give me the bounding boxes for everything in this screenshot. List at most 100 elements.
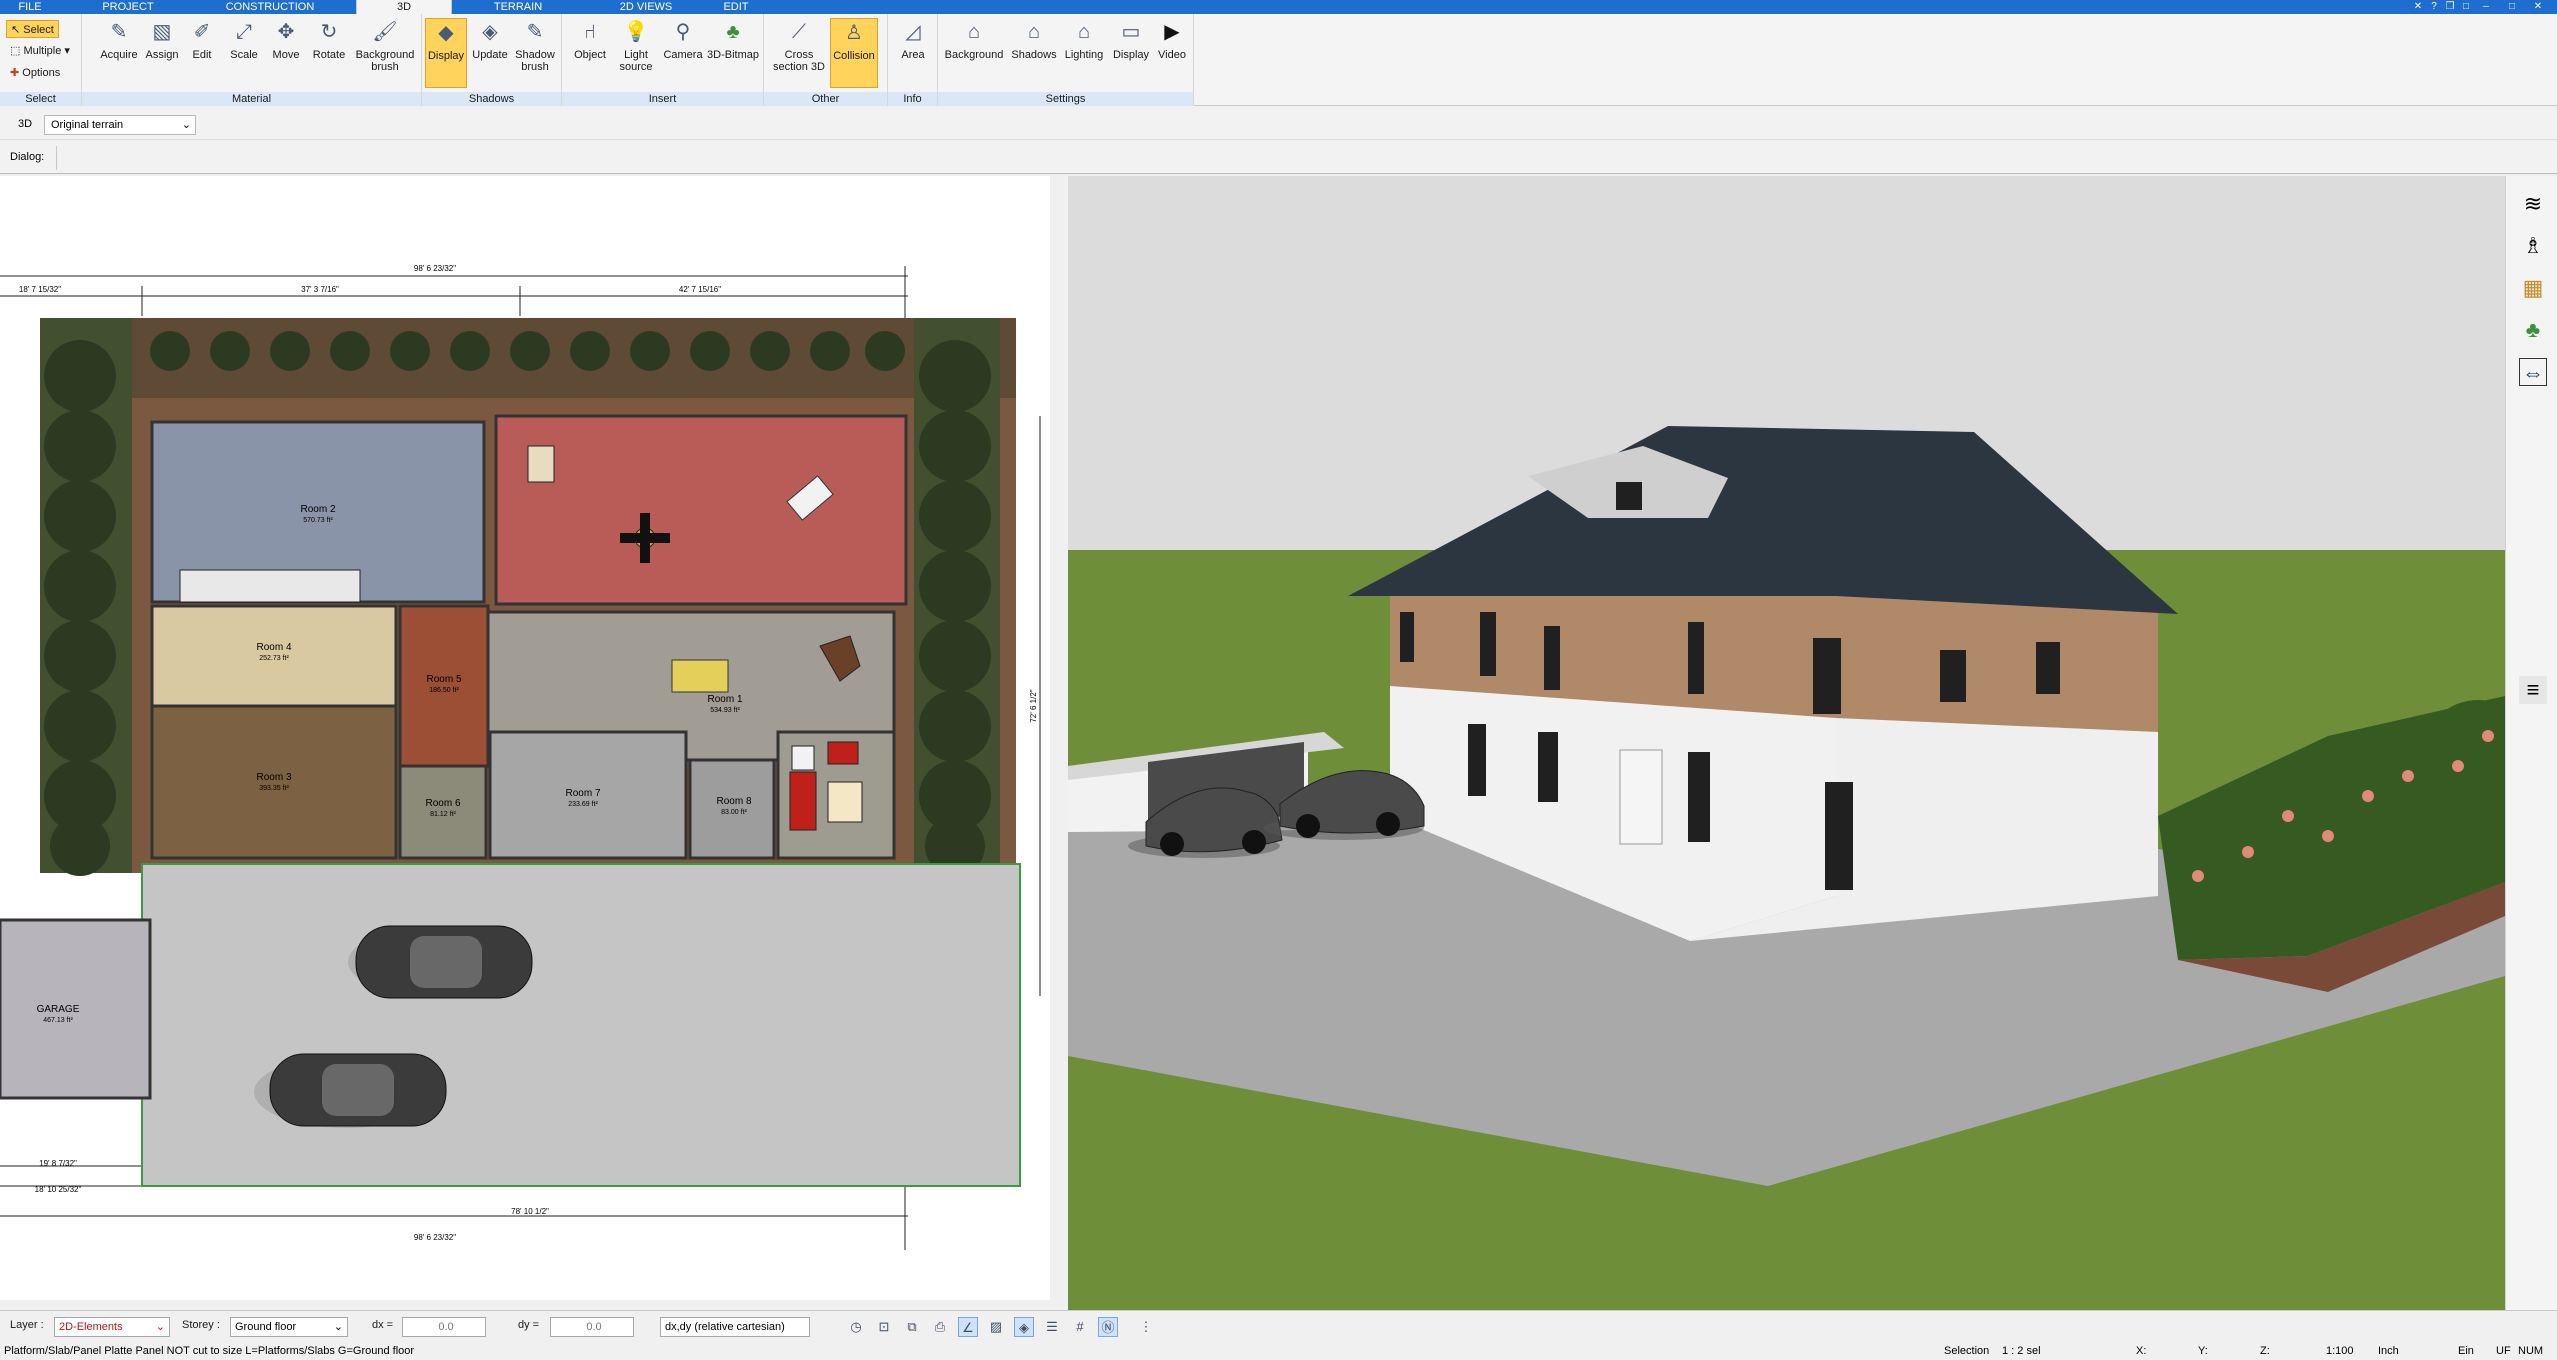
move-button[interactable]: ✥ Move bbox=[264, 18, 308, 88]
coord-mode-select[interactable]: dx,dy (relative cartesian) bbox=[660, 1317, 810, 1337]
3d-scene[interactable] bbox=[1068, 176, 2505, 1310]
snap-icon[interactable]: ⊡ bbox=[874, 1317, 894, 1337]
tree-icon: ♣ bbox=[726, 21, 740, 43]
multiple-button[interactable]: ⬚ Multiple ▾ bbox=[6, 42, 74, 60]
minimize-icon[interactable]: – bbox=[2480, 1, 2492, 13]
floor-plan-view[interactable]: 98' 6 23/32" 37' 3 7/16" 42' 7 15/16" 18… bbox=[0, 176, 1050, 1300]
layers-icon[interactable]: ≋ bbox=[2519, 190, 2547, 218]
num-indicator: NUM bbox=[2518, 1345, 2544, 1357]
right-sidebar: ≋ ♗ ▦ ♣ ⇔ ≡ bbox=[2505, 176, 2557, 1310]
grid-icon[interactable]: # bbox=[1070, 1317, 1090, 1337]
print-icon[interactable]: ⎙ bbox=[930, 1317, 950, 1337]
unit-value: Inch bbox=[2378, 1345, 2399, 1357]
cross-section-3d-button[interactable]: ⟋ Cross section 3D bbox=[768, 18, 830, 88]
clock-icon[interactable]: ◷ bbox=[846, 1317, 866, 1337]
tab-3d[interactable]: 3D bbox=[356, 0, 452, 14]
window-icon[interactable]: □ bbox=[2460, 1, 2472, 13]
lines-icon[interactable]: ☰ bbox=[1042, 1317, 1062, 1337]
shadow-brush-button[interactable]: ✎ Shadow brush bbox=[510, 18, 560, 88]
close-icon[interactable]: ✕ bbox=[2532, 1, 2544, 13]
display-settings-button[interactable]: ▭ Display bbox=[1108, 18, 1154, 88]
plants-icon[interactable]: ♣ bbox=[2519, 316, 2547, 344]
object-button[interactable]: ⑁ Object bbox=[568, 18, 612, 88]
x-label: X: bbox=[2136, 1345, 2147, 1357]
tab-construction[interactable]: CONSTRUCTION bbox=[214, 0, 326, 14]
driveway-paving[interactable] bbox=[141, 863, 1021, 1187]
edit-material-button[interactable]: ✐ Edit bbox=[180, 18, 224, 88]
background-brush-button[interactable]: 🖌 Background brush bbox=[352, 18, 418, 88]
group-label-settings: Settings bbox=[938, 92, 1193, 106]
acquire-button[interactable]: ✎ Acquire bbox=[94, 18, 144, 88]
furniture-catalog-icon[interactable]: ♗ bbox=[2519, 232, 2547, 260]
tab-2d-views[interactable]: 2D VIEWS bbox=[608, 0, 684, 14]
restore-icon[interactable]: ❐ bbox=[2444, 1, 2456, 13]
terrace[interactable] bbox=[494, 414, 908, 606]
background-label: Background bbox=[944, 49, 1004, 61]
terrain-select[interactable]: Original terrain ⌄ bbox=[44, 115, 196, 135]
dim-right-total: 72' 6 1/2" bbox=[1029, 689, 1038, 722]
status-bar: Layer : 2D-Elements ⌄ Storey : Ground flo… bbox=[0, 1310, 2557, 1342]
dy-input[interactable]: 0.0 bbox=[550, 1317, 634, 1337]
coord-mode-value: dx,dy (relative cartesian) bbox=[665, 1321, 785, 1333]
update-shadows-button[interactable]: ◈ Update bbox=[468, 18, 512, 88]
layer-snap-icon[interactable]: ⧉ bbox=[902, 1317, 922, 1337]
person-icon: ♙ bbox=[845, 22, 863, 44]
hatch-icon[interactable]: ▨ bbox=[986, 1317, 1006, 1337]
background-button[interactable]: ⌂ Background bbox=[940, 18, 1008, 88]
tools-icon[interactable]: ✕ bbox=[2412, 1, 2424, 13]
panel-toggle-icon[interactable]: ≡ bbox=[2519, 676, 2547, 704]
scale-button[interactable]: ⤢ Scale bbox=[222, 18, 266, 88]
select-label: Select bbox=[23, 24, 54, 36]
room-5[interactable] bbox=[398, 604, 490, 768]
dimension-icon[interactable]: ⇔ bbox=[2519, 358, 2547, 386]
materials-icon[interactable]: ▦ bbox=[2519, 274, 2547, 302]
camera-button[interactable]: ⚲ Camera bbox=[660, 18, 706, 88]
house-light-icon: ⌂ bbox=[1077, 21, 1091, 43]
help-icon[interactable]: ? bbox=[2428, 1, 2440, 13]
room-3-name: Room 3 bbox=[256, 772, 291, 783]
floor-plan-canvas[interactable]: 98' 6 23/32" 37' 3 7/16" 42' 7 15/16" 18… bbox=[0, 176, 1050, 1300]
room-5-area: 186.50 ft² bbox=[429, 687, 459, 694]
layer-select[interactable]: 2D-Elements ⌄ bbox=[54, 1317, 170, 1337]
scale-value: 1:100 bbox=[2326, 1345, 2354, 1357]
group-select: ↖ Select ⬚ Multiple ▾ ✚ Options Select bbox=[0, 14, 82, 106]
group-shadows: ◆ Display ◈ Update ✎ Shadow brush Shadows bbox=[422, 14, 562, 106]
house-frame-icon: ⌂ bbox=[967, 21, 981, 43]
dx-input[interactable]: 0.0 bbox=[402, 1317, 486, 1337]
light-source-button[interactable]: 💡 Light source bbox=[612, 18, 660, 88]
video-button[interactable]: ▶ Video bbox=[1152, 18, 1192, 88]
select-button[interactable]: ↖ Select bbox=[6, 20, 59, 38]
storey-select[interactable]: Ground floor ⌄ bbox=[230, 1317, 348, 1337]
room-7-name: Room 7 bbox=[565, 788, 600, 799]
3d-view[interactable] bbox=[1068, 176, 2505, 1310]
move-label: Move bbox=[272, 49, 300, 61]
dim-bottom-total: 98' 6 23/32" bbox=[414, 1233, 456, 1242]
room-1-name: Room 1 bbox=[707, 694, 742, 705]
tab-terrain[interactable]: TERRAIN bbox=[482, 0, 554, 14]
tab-edit[interactable]: EDIT bbox=[716, 0, 756, 14]
display-label: Display bbox=[427, 50, 465, 62]
display-shadows-button[interactable]: ◆ Display bbox=[425, 18, 467, 88]
dialog-divider bbox=[56, 146, 57, 170]
tab-file[interactable]: FILE bbox=[8, 0, 52, 14]
maximize-icon[interactable]: □ bbox=[2506, 1, 2518, 13]
assign-button[interactable]: ▧ Assign bbox=[138, 18, 186, 88]
tab-project[interactable]: PROJECT bbox=[96, 0, 160, 14]
rotate-button[interactable]: ↻ Rotate bbox=[304, 18, 354, 88]
dx-label: dx = bbox=[372, 1319, 394, 1331]
dy-value: 0.0 bbox=[586, 1321, 602, 1333]
more-icon[interactable]: ⋮ bbox=[1136, 1317, 1156, 1337]
north-icon[interactable]: Ⓝ bbox=[1098, 1317, 1118, 1337]
collision-button[interactable]: ♙ Collision bbox=[830, 18, 878, 88]
layer-label: Layer : bbox=[10, 1319, 44, 1331]
fill-icon[interactable]: ◈ bbox=[1014, 1317, 1034, 1337]
shadows-settings-button[interactable]: ⌂ Shadows bbox=[1008, 18, 1060, 88]
group-label-select: Select bbox=[0, 92, 81, 106]
garage-area: 467.13 ft² bbox=[43, 1017, 73, 1024]
3d-bitmap-button[interactable]: ♣ 3D-Bitmap bbox=[704, 18, 762, 88]
lighting-button[interactable]: ⌂ Lighting bbox=[1060, 18, 1108, 88]
room-2-area: 570.73 ft² bbox=[303, 517, 333, 524]
area-button[interactable]: ◿ Area bbox=[892, 18, 934, 88]
angle-icon[interactable]: ∠ bbox=[958, 1317, 978, 1337]
options-button[interactable]: ✚ Options bbox=[6, 64, 64, 82]
